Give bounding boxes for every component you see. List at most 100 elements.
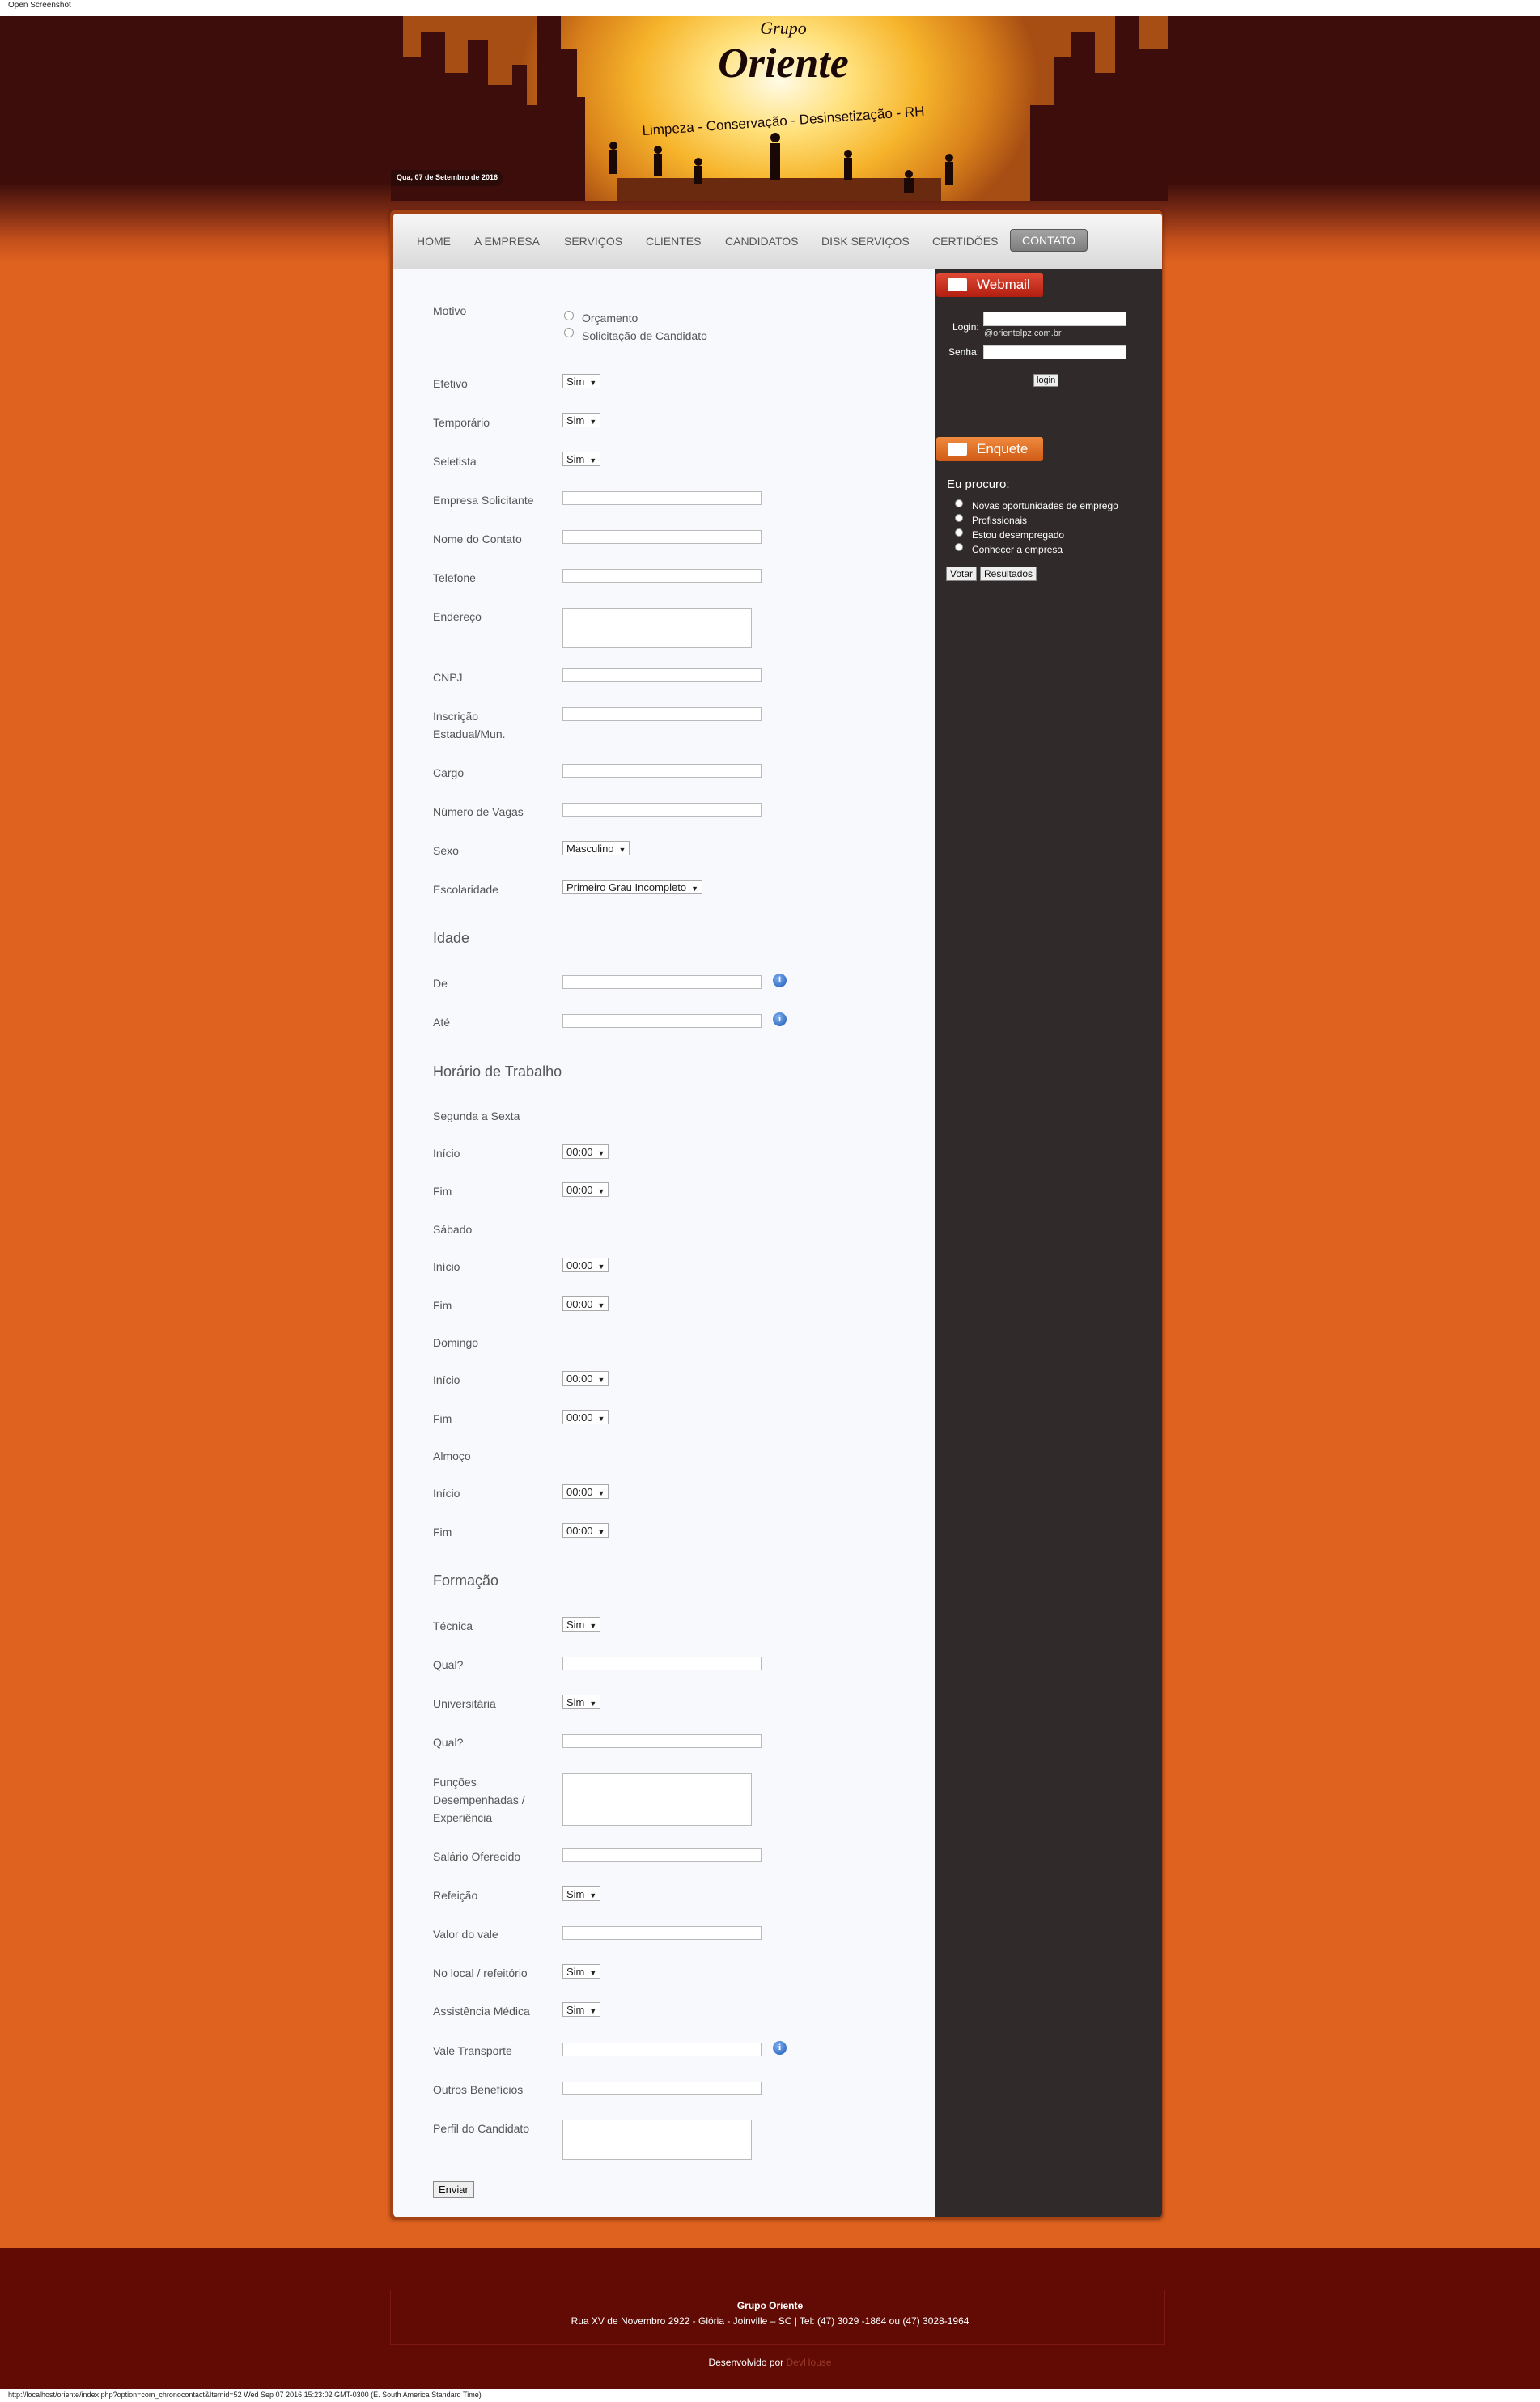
info-icon[interactable]: i [773, 2041, 787, 2055]
motivo-radio-solicitacao[interactable] [564, 328, 574, 337]
nav-item-candidatos[interactable]: CANDIDATOS [725, 231, 799, 251]
salario-label: Salário Oferecido [433, 1850, 521, 1863]
almoco-fim-select[interactable]: 00:00 ▼ [562, 1523, 609, 1538]
local-refeitorio-select[interactable]: Sim ▼ [562, 1964, 601, 1979]
horario-group-domingo: Domingo [433, 1336, 479, 1349]
sexo-select[interactable]: Masculino ▼ [562, 841, 630, 855]
endereco-textarea[interactable] [562, 608, 752, 648]
enquete-option-1: Novas oportunidades de emprego [972, 500, 1118, 511]
enquete-resultados-button[interactable]: Resultados [980, 567, 1037, 581]
brand-small-text: Grupo [760, 18, 806, 38]
brand-big-text: Oriente [718, 40, 849, 87]
sabado-inicio-select[interactable]: 00:00 ▼ [562, 1258, 609, 1272]
date-text: Qua, 07 de Setembro de 2016 [397, 173, 498, 181]
idade-de-input[interactable] [562, 975, 762, 989]
almoco-inicio-label: Início [433, 1487, 460, 1500]
footer-credit-prefix: Desenvolvido por [708, 2357, 784, 2368]
salario-input[interactable] [562, 1848, 762, 1862]
enquete-radio-2[interactable] [955, 514, 963, 522]
enquete-tab: Enquete [936, 437, 1043, 461]
vagas-label: Número de Vagas [433, 805, 524, 818]
segunda-inicio-select[interactable]: 00:00 ▼ [562, 1144, 609, 1159]
contact-form-panel [393, 269, 935, 2217]
nav-item-home[interactable]: HOME [417, 231, 451, 251]
almoco-inicio-select[interactable]: 00:00 ▼ [562, 1484, 609, 1499]
funcoes-label-line2: Desempenhadas / [433, 1793, 525, 1806]
tecnica-qual-input[interactable] [562, 1657, 762, 1670]
info-icon[interactable]: i [773, 1012, 787, 1026]
sabado-fim-select[interactable]: 00:00 ▼ [562, 1296, 609, 1311]
footer-credit-link[interactable]: DevHouse [787, 2357, 832, 2368]
contato-input[interactable] [562, 530, 762, 544]
cnpj-input[interactable] [562, 668, 762, 682]
perfil-candidato-textarea[interactable] [562, 2120, 752, 2160]
motivo-radio-orcamento[interactable] [564, 311, 574, 320]
enviar-button[interactable]: Enviar [433, 2181, 474, 2198]
enquete-radio-1[interactable] [955, 499, 963, 507]
status-bar-text: http://localhost/oriente/index.php?optio… [8, 2391, 482, 2399]
assistencia-label: Assistência Médica [433, 2005, 530, 2018]
universitaria-qual-label: Qual? [433, 1736, 464, 1749]
webmail-login-input[interactable] [983, 312, 1126, 326]
nav-item-contato[interactable]: CONTATO [1010, 229, 1088, 252]
vale-transporte-input[interactable] [562, 2043, 762, 2056]
universitaria-label: Universitária [433, 1697, 496, 1710]
tecnica-label: Técnica [433, 1619, 473, 1632]
sabado-inicio-label: Início [433, 1260, 460, 1273]
assistencia-select[interactable]: Sim ▼ [562, 2002, 601, 2017]
funcoes-textarea[interactable] [562, 1773, 752, 1826]
inscricao-label-line2: Estadual/Mun. [433, 728, 506, 741]
screenshot-topbar: Open Screenshot [0, 0, 1540, 16]
nav-item-disk-servicos[interactable]: DISK SERVIÇOS [821, 231, 910, 251]
refeicao-select[interactable]: Sim ▼ [562, 1886, 601, 1901]
funcoes-label-line1: Funções [433, 1776, 477, 1789]
cnpj-label: CNPJ [433, 671, 463, 684]
nav-item-servicos[interactable]: SERVIÇOS [564, 231, 622, 251]
universitaria-qual-input[interactable] [562, 1734, 762, 1748]
enquete-votar-button[interactable]: Votar [946, 567, 978, 581]
nav-item-a-empresa[interactable]: A EMPRESA [474, 231, 540, 251]
domingo-inicio-select[interactable]: 00:00 ▼ [562, 1371, 609, 1386]
escolaridade-label: Escolaridade [433, 883, 498, 896]
footer-credit: Desenvolvido por DevHouse [0, 2357, 1540, 2368]
sabado-fim-label: Fim [433, 1299, 452, 1312]
cargo-label: Cargo [433, 766, 465, 779]
city-skyline-illustration: Grupo Oriente Limpeza - Conservação - De… [391, 16, 1168, 201]
mail-icon [948, 278, 967, 291]
temporario-label: Temporário [433, 416, 490, 429]
idade-de-label: De [433, 977, 448, 990]
segunda-fim-label: Fim [433, 1185, 452, 1198]
webmail-login-label: Login: [952, 321, 979, 333]
inscricao-label-line1: Inscrição [433, 710, 479, 723]
inscricao-input[interactable] [562, 707, 762, 721]
enquete-radio-3[interactable] [955, 528, 963, 537]
vagas-input[interactable] [562, 803, 762, 817]
webmail-senha-label: Senha: [948, 346, 980, 358]
webmail-login-button[interactable]: login [1033, 374, 1059, 387]
domingo-fim-select[interactable]: 00:00 ▼ [562, 1410, 609, 1424]
horario-group-segunda-sexta: Segunda a Sexta [433, 1110, 520, 1122]
escolaridade-select[interactable]: Primeiro Grau Incompleto ▼ [562, 880, 703, 894]
webmail-senha-input[interactable] [983, 345, 1126, 359]
outros-beneficios-input[interactable] [562, 2082, 762, 2095]
segunda-fim-select[interactable]: 00:00 ▼ [562, 1182, 609, 1197]
valor-vale-input[interactable] [562, 1926, 762, 1940]
telefone-input[interactable] [562, 569, 762, 583]
tecnica-select[interactable]: Sim ▼ [562, 1617, 601, 1632]
nav-item-clientes[interactable]: CLIENTES [646, 231, 701, 251]
nav-item-certidoes[interactable]: CERTIDÕES [932, 231, 998, 251]
empresa-input[interactable] [562, 491, 762, 505]
idade-ate-input[interactable] [562, 1014, 762, 1028]
enquete-option-4: Conhecer a empresa [972, 544, 1063, 555]
cargo-input[interactable] [562, 764, 762, 778]
universitaria-select[interactable]: Sim ▼ [562, 1695, 601, 1709]
efetivo-select[interactable]: Sim ▼ [562, 374, 601, 388]
tecnica-qual-label: Qual? [433, 1658, 464, 1671]
seletista-select[interactable]: Sim ▼ [562, 452, 601, 466]
enquete-radio-4[interactable] [955, 543, 963, 551]
info-icon[interactable]: i [773, 974, 787, 987]
outros-beneficios-label: Outros Benefícios [433, 2083, 524, 2096]
temporario-select[interactable]: Sim ▼ [562, 413, 601, 427]
webmail-title: Webmail [977, 277, 1030, 292]
status-bar: http://localhost/oriente/index.php?optio… [0, 2389, 1540, 2402]
